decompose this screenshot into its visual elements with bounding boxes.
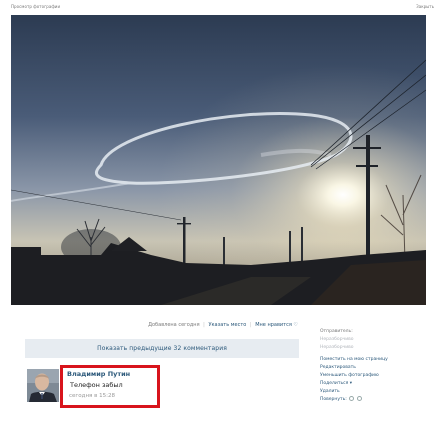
sender-label: Отправитель: [320, 329, 353, 334]
top-bar: Просмотр фотографии Закрыть [0, 0, 446, 14]
chevron-down-icon[interactable]: ▾ [350, 381, 352, 386]
put-on-page-link[interactable]: Поместить на мою страницу [320, 356, 430, 364]
close-link[interactable]: Закрыть [416, 4, 434, 9]
show-previous-comments-button[interactable]: Показать предыдущие 32 комментария [25, 339, 299, 358]
comment-text: Телефон забыл [70, 381, 123, 389]
avatar-image [27, 369, 59, 402]
rotate-left-icon[interactable] [349, 396, 355, 401]
photo[interactable] [11, 15, 426, 305]
like-link[interactable]: Мне нравится [255, 322, 292, 328]
edit-link[interactable]: Редактировать [320, 364, 430, 372]
reduce-photo-link[interactable]: Уменьшить фотографию [320, 372, 430, 380]
tag-location-link[interactable]: Указать место [208, 322, 246, 328]
comment-author[interactable]: Владимир Путин [67, 370, 130, 378]
share-label[interactable]: Поделиться [320, 381, 348, 386]
comment-date[interactable]: сегодня в 15:28 [69, 393, 115, 399]
sender-name[interactable]: Неразборчиво [320, 336, 430, 344]
separator: | [249, 322, 252, 328]
heart-icon[interactable]: ♡ [293, 322, 297, 328]
share-link[interactable]: Поделиться ▾ [320, 380, 430, 388]
photo-image [11, 15, 426, 305]
sender-sub[interactable]: Неразборчиво [320, 344, 430, 352]
photo-actions-sidebar: Отправитель: Неразборчиво Неразборчиво П… [320, 328, 430, 404]
avatar[interactable] [27, 369, 59, 402]
separator: | [203, 322, 205, 328]
rotate-label: Повернуть: [320, 397, 347, 402]
rotate-row: Повернуть: [320, 396, 430, 404]
rotate-right-icon[interactable] [356, 396, 362, 401]
delete-link[interactable]: Удалить [320, 388, 430, 396]
photo-added-date: Добавлена сегодня [148, 322, 200, 328]
viewer-title: Просмотр фотографии [11, 4, 61, 9]
comment-item: Владимир Путин Телефон забыл сегодня в 1… [25, 365, 299, 408]
